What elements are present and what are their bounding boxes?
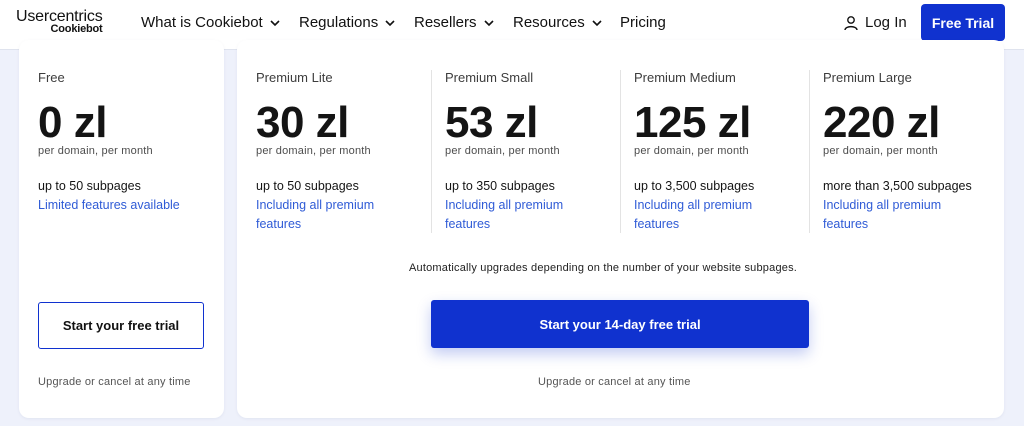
plan-subpage-limit: up to 50 subpages — [256, 179, 359, 193]
logo-secondary-text: Cookiebot — [50, 23, 103, 35]
plan-divider — [431, 70, 432, 233]
chevron-down-icon — [270, 19, 280, 26]
nav-label: Resources — [513, 14, 585, 31]
plan-price: 30 zl — [256, 98, 349, 147]
start-14-day-trial-button[interactable]: Start your 14-day free trial — [431, 300, 809, 348]
login-link[interactable]: Log In — [843, 14, 907, 31]
upgrade-cancel-note: Upgrade or cancel at any time — [538, 376, 691, 388]
plan-name: Premium Lite — [256, 70, 333, 85]
start-free-trial-button[interactable]: Start your free trial — [38, 302, 204, 349]
nav-label: Pricing — [620, 14, 666, 31]
chevron-down-icon — [592, 19, 602, 26]
chevron-down-icon — [385, 19, 395, 26]
login-label: Log In — [865, 14, 907, 31]
nav-resellers[interactable]: Resellers — [414, 14, 495, 31]
plan-divider — [620, 70, 621, 233]
plan-features-link[interactable]: Including all premium features — [445, 196, 585, 234]
chevron-down-icon — [483, 19, 494, 26]
nav-label: What is Cookiebot — [141, 14, 263, 31]
plan-subpage-limit: up to 3,500 subpages — [634, 179, 755, 193]
upgrade-cancel-note: Upgrade or cancel at any time — [38, 376, 191, 388]
plan-features-link[interactable]: Including all premium features — [256, 196, 396, 234]
nav-pricing[interactable]: Pricing — [620, 14, 666, 31]
plan-name: Premium Large — [823, 70, 912, 85]
plan-name: Free — [38, 70, 65, 85]
plan-price: 220 zl — [823, 98, 940, 147]
nav-regulations[interactable]: Regulations — [299, 14, 396, 31]
plan-price: 53 zl — [445, 98, 538, 147]
plan-period: per domain, per month — [445, 145, 560, 157]
plan-subpage-limit: up to 350 subpages — [445, 179, 555, 193]
plan-subpage-limit: up to 50 subpages — [38, 179, 141, 193]
plan-period: per domain, per month — [38, 145, 153, 157]
nav-label: Regulations — [299, 14, 379, 31]
plan-name: Premium Medium — [634, 70, 736, 85]
plan-period: per domain, per month — [256, 145, 371, 157]
nav-what-is-cookiebot[interactable]: What is Cookiebot — [141, 14, 281, 31]
plan-subpage-limit: more than 3,500 subpages — [823, 179, 972, 193]
nav-label: Resellers — [414, 14, 477, 31]
plan-period: per domain, per month — [823, 145, 938, 157]
plan-features-link[interactable]: Including all premium features — [823, 196, 963, 234]
plan-features-link[interactable]: Limited features available — [38, 196, 208, 215]
usercentrics-cookiebot-logo[interactable]: Usercentrics Cookiebot — [16, 9, 103, 35]
free-trial-button[interactable]: Free Trial — [921, 4, 1005, 41]
plan-price: 0 zl — [38, 98, 107, 147]
user-icon — [844, 15, 858, 30]
nav-resources[interactable]: Resources — [513, 14, 603, 31]
plan-name: Premium Small — [445, 70, 534, 85]
auto-upgrade-note: Automatically upgrades depending on the … — [409, 262, 798, 274]
free-plan-card — [19, 40, 224, 418]
plan-divider — [809, 70, 810, 233]
plan-price: 125 zl — [634, 98, 751, 147]
plan-features-link[interactable]: Including all premium features — [634, 196, 774, 234]
plan-period: per domain, per month — [634, 145, 749, 157]
